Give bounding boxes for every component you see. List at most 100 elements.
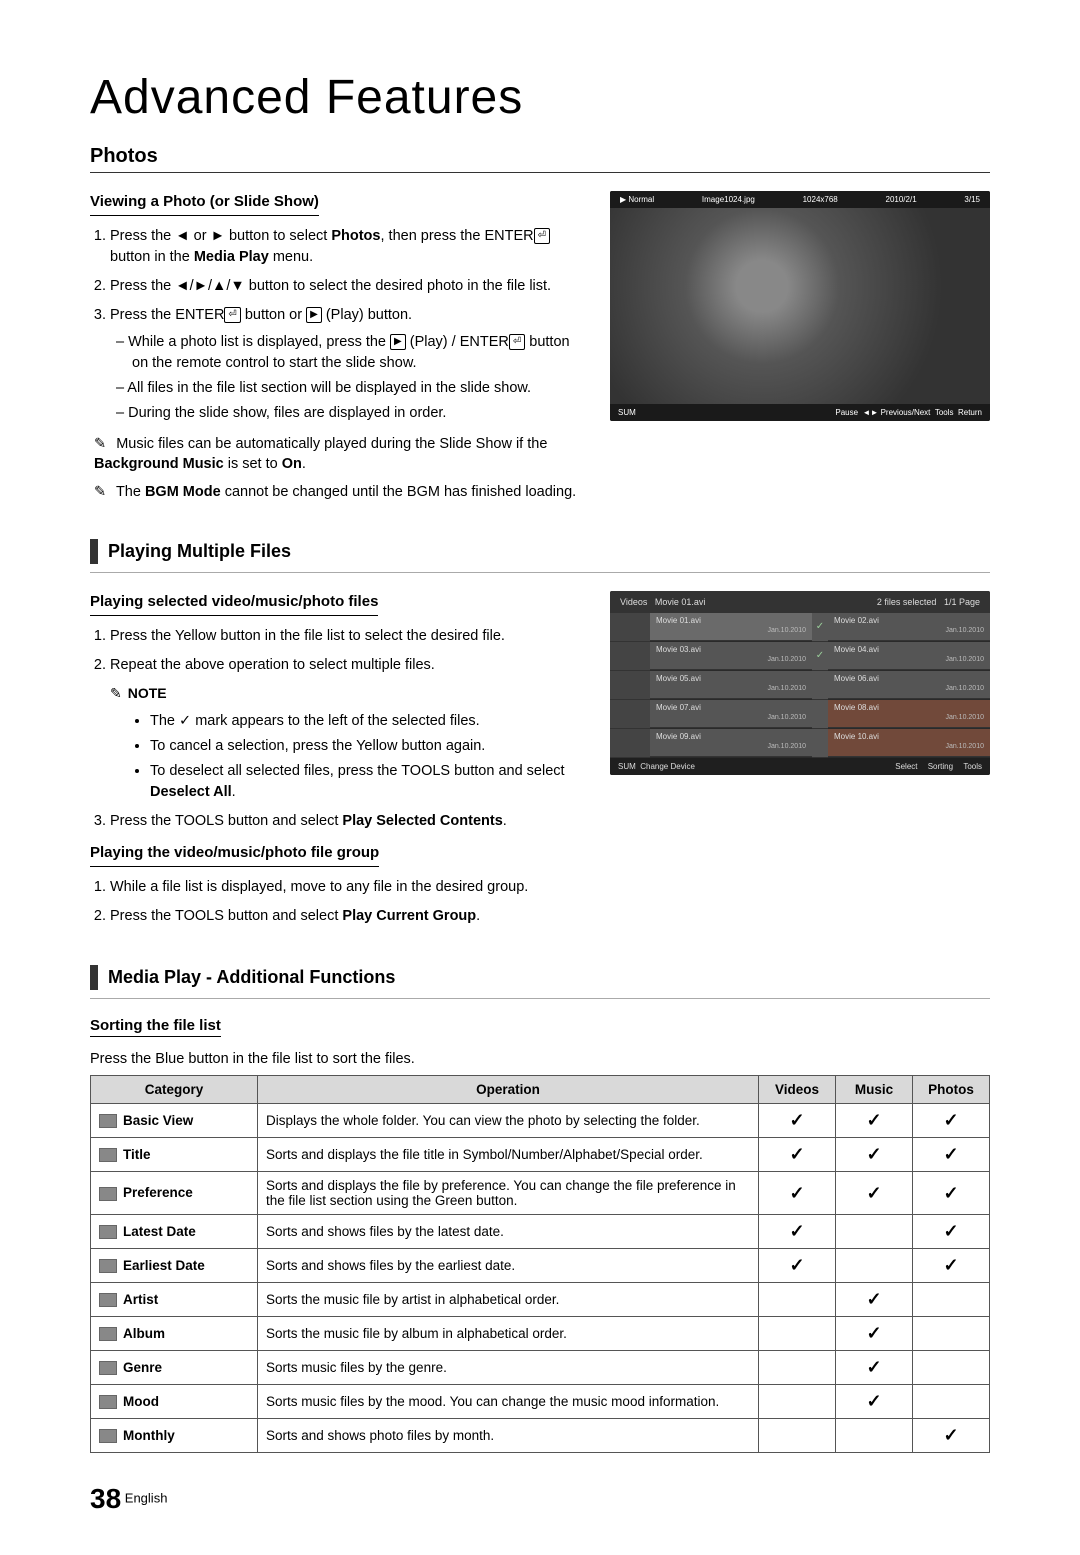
note-bullet: To deselect all selected files, press th… — [150, 761, 580, 803]
operation-text: Sorts and displays the file title in Sym… — [258, 1138, 759, 1172]
category-name: Preference — [123, 1185, 193, 1200]
file-name: Movie 10.avi — [834, 732, 984, 741]
check-cell — [759, 1283, 836, 1317]
check-cell — [913, 1317, 990, 1351]
sorting-table: Category Operation Videos Music Photos B… — [90, 1075, 990, 1453]
file-name: Movie 04.avi — [834, 645, 984, 654]
table-row: Preference Sorts and displays the file by… — [91, 1172, 990, 1215]
video-list-preview-screenshot: Videos Movie 01.avi 2 files selected 1/1… — [610, 591, 990, 775]
page-number: 38 — [90, 1483, 121, 1514]
vlp-tools: Tools — [963, 762, 982, 771]
operation-text: Sorts and shows files by the earliest da… — [258, 1249, 759, 1283]
preview-filename: Image1024.jpg — [702, 195, 755, 204]
instruction-step: Press the TOOLS button and select Play S… — [110, 811, 580, 832]
check-cell — [759, 1351, 836, 1385]
check-cell — [759, 1317, 836, 1351]
category-icon — [99, 1293, 117, 1307]
th-category: Category — [91, 1076, 258, 1104]
category-icon — [99, 1395, 117, 1409]
vlp-sum: SUM — [618, 762, 636, 771]
category-name: Monthly — [123, 1428, 175, 1443]
check-icon: ✓ — [812, 642, 828, 671]
file-name: Movie 03.avi — [656, 645, 806, 654]
check-cell — [759, 1385, 836, 1419]
check-cell: ✓ — [836, 1283, 913, 1317]
check-cell: ✓ — [836, 1351, 913, 1385]
playing-selected-subheading: Playing selected video/music/photo files — [90, 591, 378, 616]
preview-mode: ▶ Normal — [620, 195, 654, 204]
operation-text: Sorts and displays the file by preferenc… — [258, 1172, 759, 1215]
category-icon — [99, 1114, 117, 1128]
vlp-change-device: Change Device — [640, 762, 695, 771]
category-icon — [99, 1429, 117, 1443]
instruction-step: Press the ◄ or ► button to select Photos… — [110, 226, 580, 268]
check-cell: ✓ — [836, 1104, 913, 1138]
check-cell — [836, 1419, 913, 1453]
file-name: Movie 01.avi — [656, 616, 806, 625]
table-row: TitleSorts and displays the file title i… — [91, 1138, 990, 1172]
file-name: Movie 05.avi — [656, 674, 806, 683]
check-icon — [812, 671, 828, 700]
enter-icon: ⏎ — [534, 228, 550, 244]
check-cell: ✓ — [913, 1138, 990, 1172]
instruction-step: Press the ENTER⏎ button or ▶ (Play) butt… — [110, 305, 580, 424]
check-cell: ✓ — [836, 1317, 913, 1351]
operation-text: Sorts and shows files by the latest date… — [258, 1215, 759, 1249]
table-row: Genre Sorts music files by the genre. ✓ — [91, 1351, 990, 1385]
file-name: Movie 02.avi — [834, 616, 984, 625]
instruction-step: Repeat the above operation to select mul… — [110, 655, 580, 804]
category-name: Latest Date — [123, 1224, 196, 1239]
note-bullet: The ✓ mark appears to the left of the se… — [150, 711, 580, 732]
file-date: Jan.10.2010 — [834, 656, 984, 663]
sorting-desc: Press the Blue button in the file list t… — [90, 1051, 990, 1067]
vlp-sorting: Sorting — [928, 762, 953, 771]
vlp-category: Videos — [620, 597, 647, 607]
check-cell: ✓ — [836, 1172, 913, 1215]
operation-text: Sorts music files by the mood. You can c… — [258, 1385, 759, 1419]
photos-heading: Photos — [90, 145, 990, 168]
table-row: Basic View Displays the whole folder. You… — [91, 1104, 990, 1138]
sub-step: During the slide show, files are display… — [132, 403, 580, 424]
playing-group-subheading: Playing the video/music/photo file group — [90, 842, 379, 867]
operation-text: Displays the whole folder. You can view … — [258, 1104, 759, 1138]
instruction-step: While a file list is displayed, move to … — [110, 877, 580, 898]
check-cell — [836, 1215, 913, 1249]
category-name: Artist — [123, 1292, 158, 1307]
category-name: Basic View — [123, 1113, 193, 1128]
check-cell: ✓ — [759, 1172, 836, 1215]
file-date: Jan.10.2010 — [834, 627, 984, 634]
check-cell — [759, 1419, 836, 1453]
file-name: Movie 09.avi — [656, 732, 806, 741]
category-name: Mood — [123, 1394, 159, 1409]
vlp-select: Select — [895, 762, 917, 771]
check-cell: ✓ — [759, 1104, 836, 1138]
vlp-current: Movie 01.avi — [655, 597, 706, 607]
check-cell: ✓ — [836, 1138, 913, 1172]
category-name: Earliest Date — [123, 1258, 205, 1273]
file-name: Movie 07.avi — [656, 703, 806, 712]
category-name: Genre — [123, 1360, 162, 1375]
check-icon: ✓ — [812, 613, 828, 642]
category-icon — [99, 1187, 117, 1201]
category-icon — [99, 1327, 117, 1341]
instruction-step: Press the ◄/►/▲/▼ button to select the d… — [110, 276, 580, 297]
note: The BGM Mode cannot be changed until the… — [94, 482, 580, 502]
check-icon — [812, 729, 828, 758]
instruction-step: Press the Yellow button in the file list… — [110, 626, 580, 647]
vlp-page: 1/1 Page — [944, 597, 980, 607]
vlp-selected-info: 2 files selected — [877, 597, 937, 607]
preview-position: 3/15 — [964, 195, 980, 204]
check-cell: ✓ — [913, 1249, 990, 1283]
th-photos: Photos — [913, 1076, 990, 1104]
file-name: Movie 06.avi — [834, 674, 984, 683]
instruction-step: Press the TOOLS button and select Play C… — [110, 906, 580, 927]
operation-text: Sorts music files by the genre. — [258, 1351, 759, 1385]
preview-date: 2010/2/1 — [886, 195, 917, 204]
table-row: Latest Date Sorts and shows files by the … — [91, 1215, 990, 1249]
th-videos: Videos — [759, 1076, 836, 1104]
additional-functions-heading: Media Play - Additional Functions — [108, 965, 395, 990]
preview-controls: Pause ◄► Previous/Next Tools Return — [835, 408, 982, 417]
file-date: Jan.10.2010 — [834, 685, 984, 692]
note-bullet: To cancel a selection, press the Yellow … — [150, 736, 580, 757]
th-music: Music — [836, 1076, 913, 1104]
